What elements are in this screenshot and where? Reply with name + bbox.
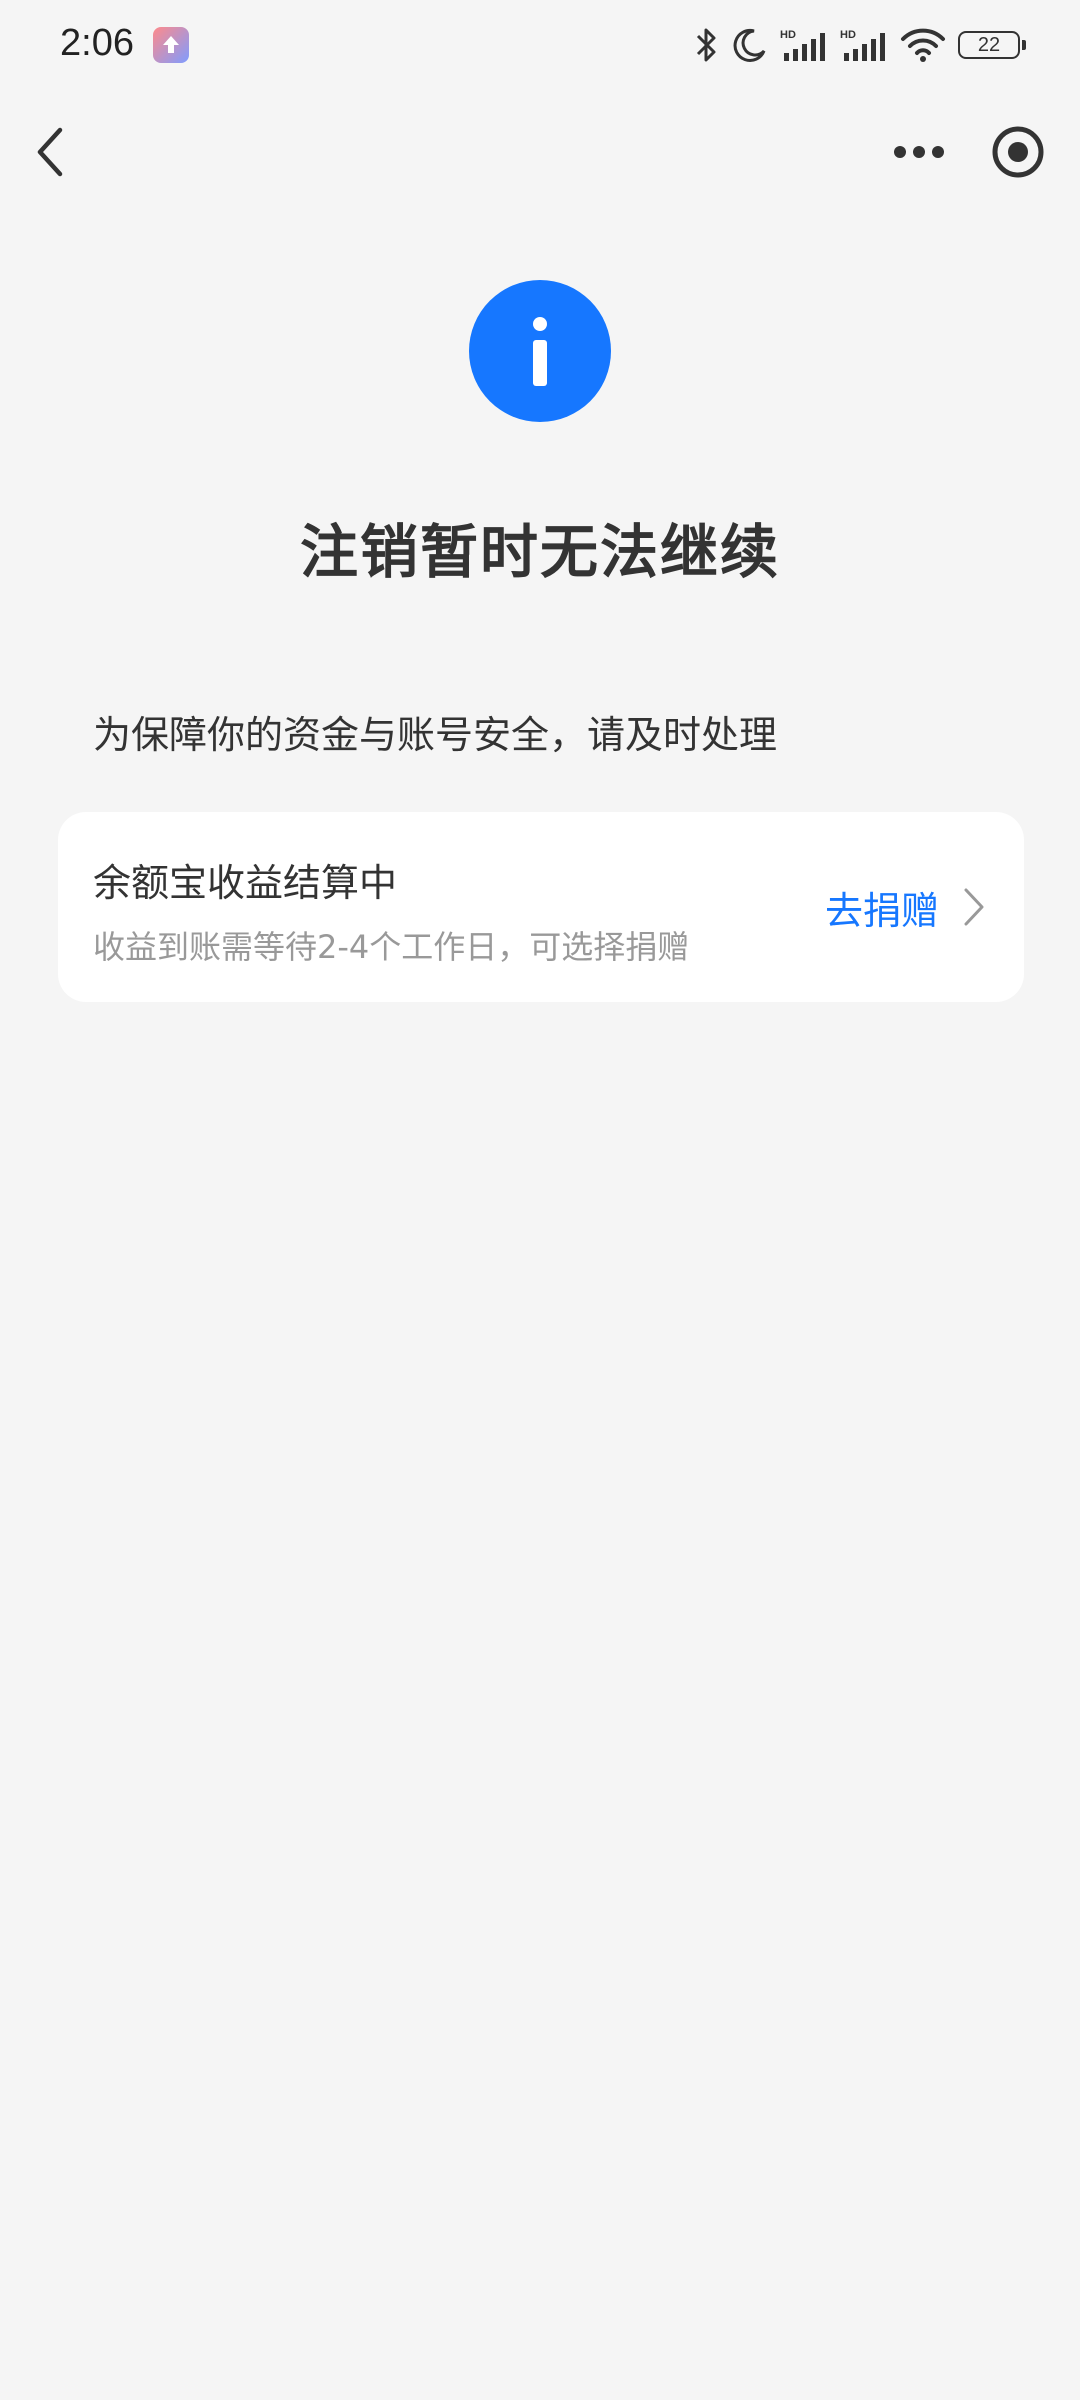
page-title: 注销暂时无法继续 — [299, 518, 780, 586]
page-subtitle: 为保障你的资金与账号安全，请及时处理 — [93, 713, 778, 757]
back-icon — [37, 127, 63, 177]
hd-signal-icon: HD — [780, 29, 825, 61]
wifi-icon — [901, 28, 945, 62]
status-icons: HD HD 22 — [694, 22, 1026, 68]
close-mini-program-button[interactable] — [990, 124, 1046, 180]
donate-button[interactable]: 去捐赠 — [825, 880, 939, 935]
pending-item-card[interactable]: 余额宝收益结算中 收益到账需等待2-4个工作日，可选择捐赠 去捐赠 — [58, 812, 1024, 1002]
chevron-right-icon[interactable] — [962, 886, 986, 928]
back-button[interactable] — [28, 120, 72, 184]
card-title: 余额宝收益结算中 — [93, 861, 398, 905]
moon-icon — [733, 28, 766, 62]
battery-level: 22 — [977, 33, 1001, 56]
more-button[interactable] — [890, 132, 948, 172]
status-time: 2:06 — [60, 22, 134, 64]
info-icon-bar — [533, 340, 547, 386]
svg-text:HD: HD — [840, 29, 856, 41]
bluetooth-icon — [696, 28, 716, 62]
close-mini-program-icon — [992, 126, 1044, 178]
more-icon — [894, 146, 944, 158]
battery-icon: 22 — [958, 31, 1026, 59]
card-description: 收益到账需等待2-4个工作日，可选择捐赠 — [93, 928, 690, 966]
svg-text:HD: HD — [780, 29, 796, 41]
hd-signal-icon: HD — [840, 29, 885, 61]
app-notification-icon — [153, 27, 189, 63]
status-bar: 2:06 HD HD 22 — [0, 0, 1080, 92]
info-icon-dot — [533, 317, 547, 331]
info-icon — [469, 280, 611, 422]
